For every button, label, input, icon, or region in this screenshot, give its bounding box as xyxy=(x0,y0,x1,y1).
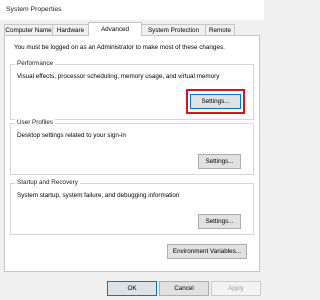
title-bar: System Properties xyxy=(0,0,264,20)
startup-recovery-label: Startup and Recovery xyxy=(15,179,80,186)
tab-strip: Computer Name Hardware Advanced System P… xyxy=(4,22,260,36)
user-profiles-label: User Profiles xyxy=(15,119,56,126)
tab-advanced[interactable]: Advanced xyxy=(88,22,142,36)
startup-recovery-settings-button[interactable]: Settings... xyxy=(198,214,241,229)
tab-hardware[interactable]: Hardware xyxy=(52,24,89,35)
admin-notice: You must be logged on as an Administrato… xyxy=(14,44,225,51)
performance-label: Performance xyxy=(15,60,56,67)
user-profiles-settings-button[interactable]: Settings... xyxy=(198,154,241,169)
highlight-box xyxy=(186,89,245,114)
startup-recovery-group: Startup and Recovery System startup, sys… xyxy=(10,179,254,235)
environment-variables-button[interactable]: Environment Variables... xyxy=(167,244,247,259)
user-profiles-description: Desktop settings related to your sign-in xyxy=(17,132,126,139)
apply-button[interactable]: Apply xyxy=(211,281,261,296)
tab-computer-name[interactable]: Computer Name xyxy=(4,24,53,35)
cancel-button[interactable]: Cancel xyxy=(159,281,209,296)
tab-system-protection[interactable]: System Protection xyxy=(141,24,206,35)
tab-remote[interactable]: Remote xyxy=(205,24,235,35)
user-profiles-group: User Profiles Desktop settings related t… xyxy=(10,119,254,175)
startup-recovery-description: System startup, system failure, and debu… xyxy=(17,192,180,199)
performance-description: Visual effects, processor scheduling, me… xyxy=(17,73,220,80)
window-title: System Properties xyxy=(6,6,62,13)
ok-button[interactable]: OK xyxy=(107,281,157,296)
